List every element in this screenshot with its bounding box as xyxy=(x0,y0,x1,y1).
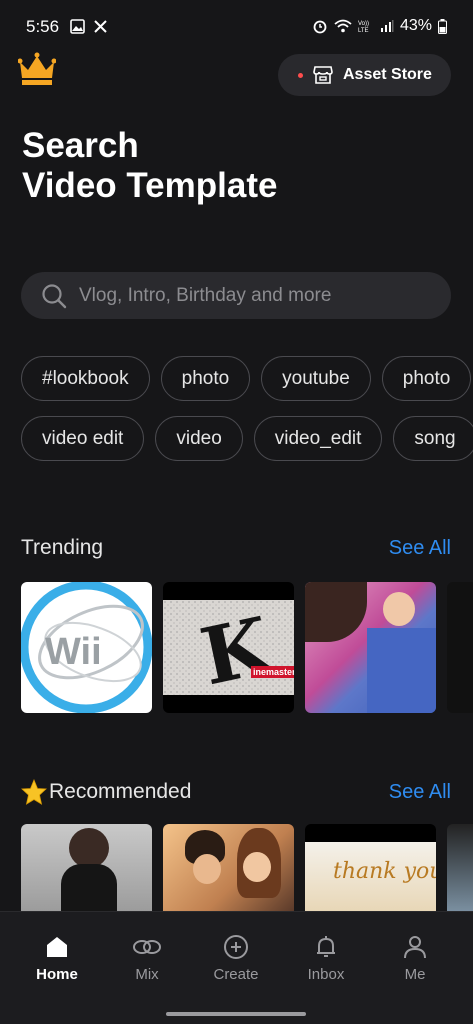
page-title-line2: Video Template xyxy=(22,166,278,205)
create-icon xyxy=(224,935,248,959)
nav-create[interactable]: Create xyxy=(196,934,276,983)
home-indicator[interactable] xyxy=(166,1012,306,1016)
page-title-line1: Search xyxy=(22,126,139,165)
tag-chip[interactable]: #lookbook xyxy=(21,356,150,401)
trending-thumbnail[interactable]: Wii xyxy=(21,582,152,713)
x-icon xyxy=(94,20,107,33)
wii-logo-text: Wii xyxy=(45,631,102,673)
thank-you-text: thank you xyxy=(333,859,436,884)
crown-icon[interactable] xyxy=(18,52,56,86)
recommended-header: Recommended See All xyxy=(21,779,451,805)
status-bar: 5:56 Vo)) LTE 43% xyxy=(0,0,473,56)
trending-thumbnail[interactable] xyxy=(447,582,473,713)
nav-me-label: Me xyxy=(404,966,426,983)
trending-thumbnail[interactable] xyxy=(305,582,436,713)
trending-header: Trending See All xyxy=(21,536,451,560)
tag-row: #lookbook photo youtube photo xyxy=(21,356,472,401)
thank-you-artwork: thank you xyxy=(333,859,436,884)
nav-mix[interactable]: Mix xyxy=(107,934,187,983)
home-icon xyxy=(47,937,67,957)
gallery-icon xyxy=(70,19,85,34)
tag-chip[interactable]: video edit xyxy=(21,416,145,461)
tag-chip[interactable]: photo xyxy=(381,356,472,401)
page-title: Search Video Template xyxy=(22,126,277,206)
bell-icon xyxy=(317,936,335,957)
nav-home[interactable]: Home xyxy=(17,934,97,983)
recommended-title: Recommended xyxy=(49,780,192,803)
person-icon xyxy=(404,936,426,959)
recommended-thumbnail[interactable] xyxy=(447,824,473,911)
trending-title: Trending xyxy=(21,536,104,559)
nav-create-label: Create xyxy=(213,966,259,983)
recommended-thumbnail[interactable] xyxy=(21,824,152,911)
wifi-icon xyxy=(334,19,352,33)
bottom-nav: Home Mix Create Inbox Me xyxy=(0,911,473,1024)
recommended-thumbnail[interactable] xyxy=(163,824,294,911)
status-time: 5:56 xyxy=(26,17,60,36)
kinemaster-label: inemaster xyxy=(253,667,294,677)
trending-list: Wii K inemaster xyxy=(21,582,473,713)
tag-chip[interactable]: photo xyxy=(160,356,251,401)
recommended-thumbnail[interactable]: thank you xyxy=(305,824,436,911)
tag-row: video edit video video_edit song xyxy=(21,416,473,461)
alarm-icon xyxy=(313,20,327,34)
mix-icon xyxy=(133,940,161,954)
svg-text:Vo)): Vo)) xyxy=(358,21,369,27)
signal-icon xyxy=(380,20,394,32)
notification-dot xyxy=(298,72,303,78)
tag-chip[interactable]: video xyxy=(155,416,243,461)
tag-chip[interactable]: song xyxy=(393,416,473,461)
search-input[interactable]: Vlog, Intro, Birthday and more xyxy=(21,272,451,319)
nav-inbox[interactable]: Inbox xyxy=(286,934,366,983)
star-icon xyxy=(21,779,47,805)
tag-chip[interactable]: video_edit xyxy=(253,416,383,461)
trending-see-all-link[interactable]: See All xyxy=(389,537,451,560)
wii-artwork: Wii xyxy=(21,582,152,713)
nav-mix-label: Mix xyxy=(135,966,159,983)
recommended-see-all-link[interactable]: See All xyxy=(389,781,451,804)
asset-store-label: Asset Store xyxy=(343,66,432,83)
nav-home-label: Home xyxy=(36,966,78,983)
tag-chip[interactable]: youtube xyxy=(261,356,371,401)
store-icon xyxy=(313,66,333,84)
battery-percent: 43% xyxy=(399,17,432,34)
lte-icon: Vo))LTE xyxy=(358,21,369,33)
search-placeholder: Vlog, Intro, Birthday and more xyxy=(79,284,332,306)
battery-icon xyxy=(438,18,447,34)
svg-text:LTE: LTE xyxy=(358,28,369,33)
search-icon xyxy=(42,283,67,308)
nav-inbox-label: Inbox xyxy=(307,966,345,983)
asset-store-button[interactable]: Asset Store xyxy=(278,54,451,96)
recommended-list: thank you xyxy=(21,824,473,911)
trending-thumbnail[interactable]: K inemaster xyxy=(163,582,294,713)
kinemaster-artwork: K inemaster xyxy=(163,600,294,703)
nav-me[interactable]: Me xyxy=(375,934,455,983)
